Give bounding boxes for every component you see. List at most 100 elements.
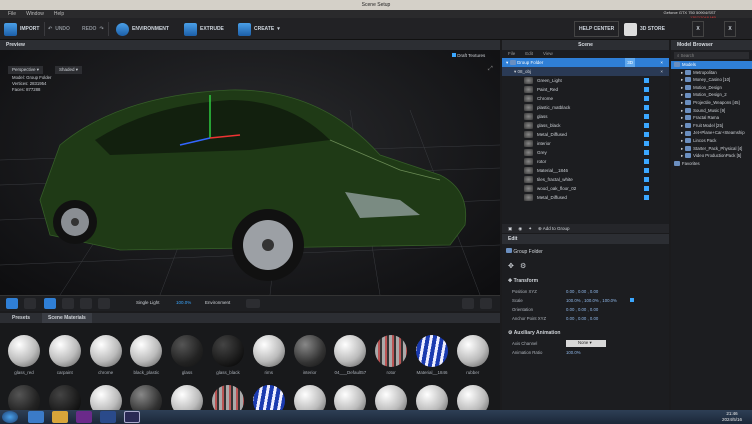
gear-icon[interactable]: ⚙ — [520, 262, 526, 270]
material-preset[interactable] — [48, 335, 81, 367]
import-button[interactable]: IMPORT — [4, 21, 39, 37]
undo-button[interactable]: ↶ UNDO — [48, 21, 70, 37]
transform-value[interactable]: 0.00 , 0.00 , 0.00 — [566, 307, 598, 312]
browser-item[interactable]: ▸ Fractal Rama — [671, 114, 752, 122]
visibility-icon[interactable] — [644, 195, 649, 200]
menu-help[interactable]: Help — [54, 10, 64, 18]
create-button[interactable]: CREATE ▾ — [238, 21, 280, 37]
visibility-icon[interactable] — [644, 132, 649, 137]
browser-item[interactable]: ▸ Metropolitan — [671, 69, 752, 77]
visibility-icon[interactable] — [644, 159, 649, 164]
scene-item[interactable]: Paint_Red — [502, 85, 669, 94]
close-panel-button[interactable]: X — [724, 21, 736, 37]
close-icon[interactable]: × — [660, 58, 663, 67]
extrude-button[interactable]: EXTRUDE — [184, 21, 224, 37]
material-preset[interactable] — [171, 335, 204, 367]
scene-item[interactable]: interior — [502, 139, 669, 148]
transform-value[interactable]: 0.00 , 0.00 , 0.00 — [566, 316, 598, 321]
browser-item[interactable]: ▸ Video ProductionPack [5] — [671, 152, 752, 160]
close-button[interactable]: X — [692, 21, 704, 37]
visibility-icon[interactable] — [644, 186, 649, 191]
visibility-icon[interactable] — [644, 123, 649, 128]
add-to-group-button[interactable]: ⊕ Add to Group — [538, 226, 570, 232]
scene-item[interactable]: Green_Light — [502, 76, 669, 85]
material-preset[interactable] — [293, 335, 326, 367]
tab-presets[interactable]: Presets — [12, 315, 30, 321]
rotate-tool-button[interactable] — [62, 298, 74, 309]
browser-item[interactable]: ▸ Projectile_Weapons [45] — [671, 99, 752, 107]
start-button[interactable] — [2, 411, 18, 423]
scene-menu-view[interactable]: View — [543, 50, 553, 58]
browser-item[interactable]: ▸ Motion_Design_2 — [671, 91, 752, 99]
transform-value[interactable]: 100.0% , 100.0% , 100.0% — [566, 298, 617, 303]
camera-icon[interactable]: ▣ — [508, 226, 512, 232]
tab-scene-materials[interactable]: Scene Materials — [42, 313, 92, 323]
move-icon[interactable]: ✥ — [508, 262, 514, 270]
transform-section[interactable]: ✥ Transform — [508, 278, 538, 284]
help-center-button[interactable]: HELP CENTER — [574, 21, 620, 37]
transform-value[interactable]: 0.00 , 0.00 , 0.00 — [566, 289, 598, 294]
shading-dropdown[interactable]: Shaded ▾ — [55, 66, 83, 74]
globe-icon[interactable]: ◉ — [518, 226, 522, 232]
material-preset[interactable] — [334, 335, 367, 367]
view-dropdown[interactable]: Perspective ▾ — [8, 66, 44, 74]
close-icon[interactable]: × — [660, 67, 663, 76]
screen-button[interactable] — [480, 298, 492, 309]
lock-icon[interactable] — [630, 298, 634, 302]
scene-item[interactable]: Chrome — [502, 94, 669, 103]
visibility-icon[interactable] — [644, 150, 649, 155]
browser-item[interactable]: ▸ Motion_Design — [671, 84, 752, 92]
material-preset[interactable] — [212, 335, 244, 367]
browser-item[interactable]: ▸ Jet+Plane+Car+Steamship — [671, 129, 752, 137]
browser-item[interactable]: Favorites — [671, 160, 752, 168]
visibility-icon[interactable] — [644, 141, 649, 146]
scene-item[interactable]: rotor — [502, 157, 669, 166]
group-folder-row[interactable]: ▾ Group Folder 3D × — [502, 58, 669, 67]
scene-item[interactable]: glass — [502, 112, 669, 121]
app-aftereffects-icon[interactable] — [124, 411, 140, 423]
material-preset[interactable] — [130, 335, 163, 367]
material-preset[interactable] — [252, 335, 285, 367]
scene-item[interactable]: wood_oak_floor_02 — [502, 184, 669, 193]
scene-item[interactable]: tiles_fractal_white — [502, 175, 669, 184]
object-row[interactable]: ▾ 08_obj × — [502, 67, 669, 76]
scene-item[interactable]: Grey — [502, 148, 669, 157]
visibility-icon[interactable] — [644, 114, 649, 119]
visibility-icon[interactable] — [644, 78, 649, 83]
visibility-icon[interactable] — [644, 168, 649, 173]
camera-tool-button[interactable] — [6, 298, 18, 309]
select-tool-button[interactable] — [24, 298, 36, 309]
redo-button[interactable]: REDO ↷ — [82, 21, 104, 37]
scene-item[interactable]: Metal_Diffused — [502, 130, 669, 139]
scale-tool-button[interactable] — [80, 298, 92, 309]
light-intensity[interactable]: 100.0% — [176, 300, 191, 305]
scene-menu-file[interactable]: File — [508, 50, 515, 58]
environment-button[interactable]: ENVIRONMENT — [116, 21, 169, 37]
animation-ratio-value[interactable]: 100.0% — [566, 350, 581, 355]
browser-item[interactable]: Models — [671, 61, 752, 69]
material-preset[interactable] — [89, 335, 122, 367]
material-preset[interactable] — [375, 335, 408, 367]
material-preset[interactable] — [456, 335, 489, 367]
browser-item[interactable]: ▸ Fruit Model [25] — [671, 122, 752, 130]
material-preset[interactable] — [416, 335, 448, 367]
scene-item[interactable]: Material__1846 — [502, 166, 669, 175]
scene-item[interactable]: plastic_matblack — [502, 103, 669, 112]
app-premiere-icon[interactable] — [76, 411, 92, 423]
3d-viewport[interactable]: Perspective ▾ Shaded ▾ Model: Group Fold… — [0, 50, 500, 295]
browser-item[interactable]: ▸ Money_Casino [10] — [671, 76, 752, 84]
material-preset[interactable] — [8, 335, 40, 367]
menu-window[interactable]: Window — [26, 10, 44, 18]
visibility-icon[interactable] — [644, 105, 649, 110]
visibility-icon[interactable] — [644, 87, 649, 92]
axis-channel-select[interactable]: None ▾ — [566, 340, 606, 347]
render-button[interactable] — [462, 298, 474, 309]
expand-icon[interactable]: ⤢ — [488, 66, 493, 73]
browser-item[interactable]: ▸ Sound_Music [9] — [671, 107, 752, 115]
light-mode[interactable]: Single Light — [136, 300, 160, 305]
browser-search[interactable]: ⌕ Search — [674, 52, 749, 59]
menu-file[interactable]: File — [8, 10, 16, 18]
light-icon[interactable]: ✦ — [528, 226, 532, 232]
visibility-icon[interactable] — [644, 177, 649, 182]
app-ie-icon[interactable] — [28, 411, 44, 423]
